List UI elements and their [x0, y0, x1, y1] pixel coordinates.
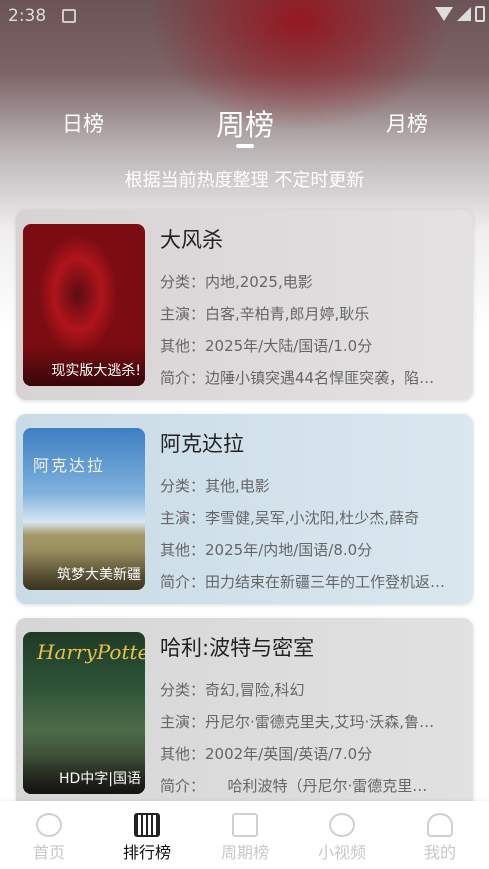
- nav-home[interactable]: 首页: [0, 813, 98, 863]
- nav-label: 小视频: [317, 843, 366, 862]
- status-time: 2:38: [8, 6, 47, 26]
- ranking-subtitle: 根据当前热度整理 不定时更新: [124, 170, 365, 191]
- nav-period-ranking[interactable]: 周期榜: [196, 813, 294, 863]
- movie-cast: 主演：李雪健,吴军,小沈阳,杜少杰,薛奇: [160, 509, 420, 527]
- battery-icon: [475, 6, 485, 22]
- home-icon: [36, 813, 62, 837]
- movie-poster[interactable]: 阿克达拉 筑梦大美新疆: [23, 428, 145, 590]
- movie-title[interactable]: 阿克达拉: [160, 428, 460, 458]
- tab-weekly[interactable]: 周榜: [216, 102, 274, 144]
- nav-label: 我的: [423, 843, 456, 862]
- tab-monthly[interactable]: 月榜: [386, 108, 428, 138]
- poster-logo: HarryPotter: [37, 640, 145, 664]
- poster-badge: HD中字|国语: [23, 754, 145, 794]
- movie-other: 其他：2025年/大陆/国语/1.0分: [160, 337, 373, 355]
- poster-badge: 筑梦大美新疆: [23, 550, 145, 590]
- movie-intro: 简介： 哈利波特（丹尼尔·雷德克里…: [160, 777, 428, 795]
- movie-other: 其他：2025年/内地/国语/8.0分: [160, 541, 373, 559]
- status-bar: 2:38: [0, 0, 489, 34]
- poster-badge: 现实版大逃杀!: [23, 346, 145, 386]
- nav-label: 首页: [32, 843, 65, 862]
- movie-card[interactable]: 现实版大逃杀! 大风杀 分类：内地,2025,电影 主演：白客,辛柏青,郎月婷,…: [16, 210, 473, 400]
- movie-info: 哈利:波特与密室 分类：奇幻,冒险,科幻 主演：丹尼尔·雷德克里夫,艾玛·沃森,…: [160, 632, 460, 802]
- ranking-tabs: 日榜 周榜 月榜: [0, 100, 489, 150]
- movie-category: 分类：内地,2025,电影: [160, 273, 313, 291]
- movie-card[interactable]: HarryPotter HD中字|国语 哈利:波特与密室 分类：奇幻,冒险,科幻…: [16, 618, 473, 808]
- movie-list: 现实版大逃杀! 大风杀 分类：内地,2025,电影 主演：白客,辛柏青,郎月婷,…: [16, 210, 473, 822]
- tab-daily[interactable]: 日榜: [62, 108, 104, 138]
- nav-profile[interactable]: 我的: [391, 813, 489, 863]
- movie-intro: 简介：边陲小镇突遇44名悍匪突袭，陷…: [160, 369, 435, 387]
- poster-title-art: 阿克达拉: [33, 456, 106, 475]
- movie-info: 大风杀 分类：内地,2025,电影 主演：白客,辛柏青,郎月婷,耿乐 其他：20…: [160, 224, 460, 394]
- calendar-icon: [232, 813, 258, 837]
- bottom-navigation: 首页 排行榜 周期榜 小视频 我的: [0, 801, 489, 869]
- status-indicators: [435, 6, 485, 22]
- movie-poster[interactable]: HarryPotter HD中字|国语: [23, 632, 145, 794]
- movie-title[interactable]: 大风杀: [160, 224, 460, 254]
- profile-icon: [427, 813, 453, 837]
- nav-ranking[interactable]: 排行榜: [98, 813, 196, 863]
- movie-cast: 主演：白客,辛柏青,郎月婷,耿乐: [160, 305, 370, 323]
- movie-category: 分类：其他,电影: [160, 477, 270, 495]
- wifi-icon: [435, 7, 453, 21]
- nav-label: 周期榜: [220, 843, 269, 862]
- movie-cast: 主演：丹尼尔·雷德克里夫,艾玛·沃森,鲁…: [160, 713, 435, 731]
- ranking-icon: [134, 813, 160, 837]
- movie-intro: 简介：田力结束在新疆三年的工作登机返…: [160, 573, 446, 591]
- movie-category: 分类：奇幻,冒险,科幻: [160, 681, 305, 699]
- movie-title[interactable]: 哈利:波特与密室: [160, 632, 460, 662]
- movie-card[interactable]: 阿克达拉 筑梦大美新疆 阿克达拉 分类：其他,电影 主演：李雪健,吴军,小沈阳,…: [16, 414, 473, 604]
- video-icon: [329, 813, 355, 837]
- signal-icon: [457, 7, 471, 21]
- nav-short-video[interactable]: 小视频: [293, 813, 391, 863]
- nav-label: 排行榜: [122, 843, 171, 862]
- notification-icon: [62, 9, 76, 23]
- movie-poster[interactable]: 现实版大逃杀!: [23, 224, 145, 386]
- movie-info: 阿克达拉 分类：其他,电影 主演：李雪健,吴军,小沈阳,杜少杰,薛奇 其他：20…: [160, 428, 460, 598]
- movie-other: 其他：2002年/英国/英语/7.0分: [160, 745, 373, 763]
- tab-indicator: [236, 144, 254, 148]
